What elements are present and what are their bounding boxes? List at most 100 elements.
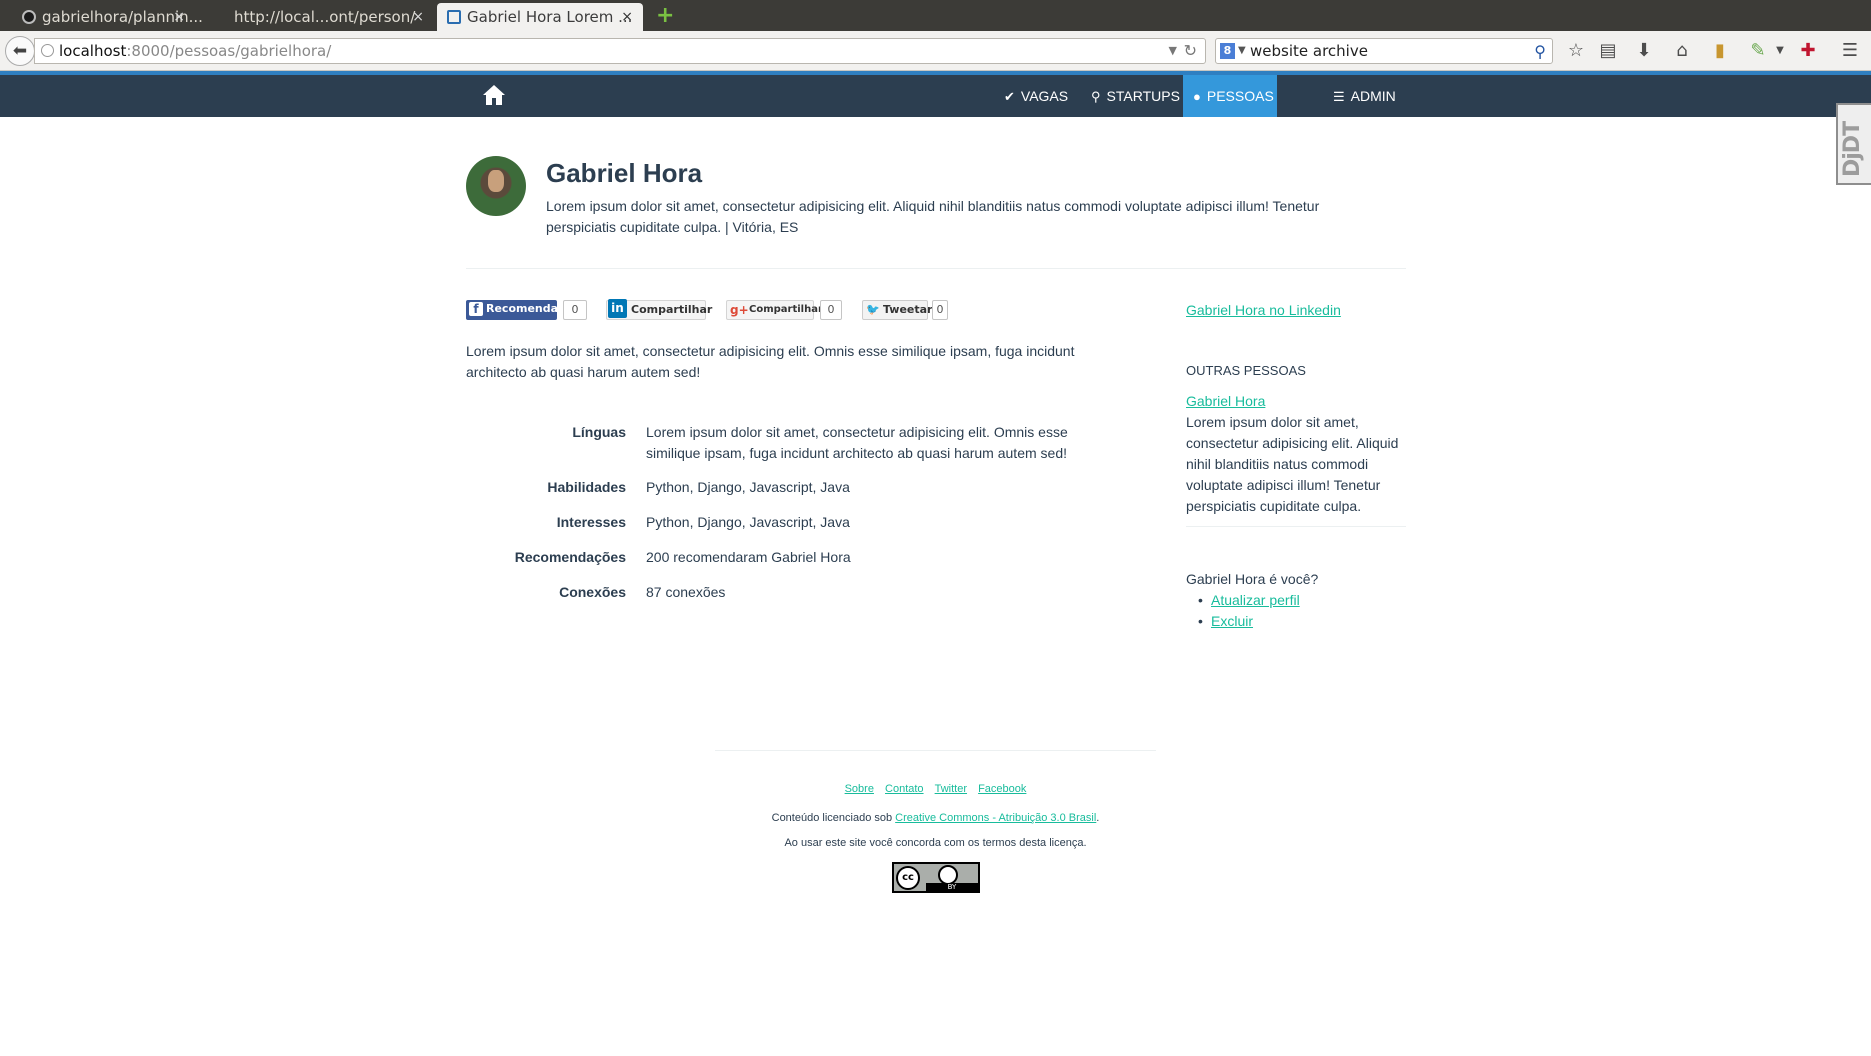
attribution-icon xyxy=(938,865,958,885)
other-person-description: Lorem ipsum dolor sit amet, consectetur … xyxy=(1186,414,1399,514)
user-icon: ● xyxy=(1193,89,1201,104)
avatar xyxy=(466,156,526,216)
url-path: :8000/pessoas/gabrielhora/ xyxy=(126,42,332,60)
back-button[interactable]: ⬅ xyxy=(5,36,35,66)
map-marker-icon: ⚲ xyxy=(1091,89,1101,104)
browser-tab[interactable]: gabrielhora/plannin... × xyxy=(12,3,203,31)
other-person-link-wrap: Gabriel Hora xyxy=(1186,391,1265,412)
nav-admin-label: ADMIN xyxy=(1350,88,1396,104)
djdt-label: DjDT xyxy=(1840,121,1865,177)
terms-text: Ao usar este site você concorda com os t… xyxy=(784,837,1087,849)
download-icon[interactable]: ⬇ xyxy=(1632,39,1656,63)
site-navbar: ✔ VAGAS ⚲ STARTUPS ● PESSOAS ☰ ADMIN xyxy=(0,71,1871,117)
detail-label: Línguas xyxy=(572,424,626,440)
person-about: Lorem ipsum dolor sit amet, consectetur … xyxy=(466,343,1075,380)
footer-link-twitter[interactable]: Twitter xyxy=(935,783,967,795)
delete-profile-link[interactable]: Excluir xyxy=(1211,613,1253,629)
nav-admin[interactable]: ☰ ADMIN xyxy=(1323,75,1406,117)
nav-startups-label: STARTUPS xyxy=(1106,88,1180,104)
tab-title: Gabriel Hora Lorem ... xyxy=(467,8,633,26)
license-prefix: Conteúdo licenciado sob xyxy=(771,812,896,824)
twitter-tweet-button[interactable]: Tweetar xyxy=(862,300,932,320)
detail-value: 200 recomendaram Gabriel Hora xyxy=(646,549,851,565)
linkedin-share-button[interactable]: Compartilhar xyxy=(606,299,712,320)
detail-value: Python, Django, Javascript, Java xyxy=(646,514,850,530)
browser-tab[interactable]: http://local...ont/person/ × xyxy=(224,3,434,31)
addon-icon[interactable]: ✎ xyxy=(1746,39,1770,63)
search-bar[interactable]: 8 ▼ website archive ⚲ xyxy=(1215,38,1553,64)
license-line: Conteúdo licenciado sob Creative Commons… xyxy=(0,812,1871,824)
close-tab-icon[interactable]: × xyxy=(412,3,424,31)
back-arrow-icon: ⬅ xyxy=(12,41,28,61)
divider xyxy=(1186,526,1406,527)
linkedin-profile-link[interactable]: Gabriel Hora no Linkedin xyxy=(1186,302,1341,318)
detail-value: Lorem ipsum dolor sit amet, consectetur … xyxy=(646,424,1068,461)
list-item: Atualizar perfil xyxy=(1198,590,1318,611)
nav-vagas[interactable]: ✔ VAGAS xyxy=(994,75,1078,117)
addon-dropdown-icon[interactable]: ▼ xyxy=(1768,39,1792,63)
by-label: BY xyxy=(926,883,978,891)
detail-label: Interesses xyxy=(556,514,626,530)
home-icon[interactable] xyxy=(482,84,506,106)
footer-links: Sobre Contato Twitter Facebook xyxy=(0,783,1871,795)
reload-icon[interactable]: ↻ xyxy=(1184,39,1197,63)
google-count: 0 xyxy=(820,300,842,320)
close-tab-icon[interactable]: × xyxy=(621,3,633,31)
person-name: Gabriel Hora xyxy=(546,158,703,188)
linkedin-profile-link-wrap: Gabriel Hora no Linkedin xyxy=(1186,300,1341,321)
home-icon[interactable]: ⌂ xyxy=(1670,39,1694,63)
facebook-recommend-button[interactable]: Recomendar xyxy=(466,300,563,320)
close-tab-icon[interactable]: × xyxy=(173,3,185,31)
footer-divider xyxy=(715,750,1156,751)
twitter-count: 0 xyxy=(932,300,948,320)
detail-label: Habilidades xyxy=(547,479,626,495)
divider xyxy=(466,268,1406,269)
globe-icon xyxy=(41,44,54,57)
extension-icon[interactable]: ✚ xyxy=(1796,39,1820,63)
search-icon[interactable]: ⚲ xyxy=(1534,40,1546,64)
detail-value: Python, Django, Javascript, Java xyxy=(646,479,850,495)
detail-row: Línguas Lorem ipsum dolor sit amet, cons… xyxy=(466,422,1096,464)
reader-list-icon[interactable]: ▤ xyxy=(1596,39,1620,63)
creative-commons-badge[interactable]: cc BY xyxy=(892,862,980,893)
browser-tab-active[interactable]: Gabriel Hora Lorem ... × xyxy=(437,3,643,31)
google-share-button[interactable]: Compartilhar xyxy=(726,300,823,320)
other-person-link[interactable]: Gabriel Hora xyxy=(1186,393,1265,409)
search-engine-icon[interactable]: 8 xyxy=(1220,43,1235,59)
github-icon xyxy=(22,10,36,24)
search-input[interactable]: website archive xyxy=(1250,42,1368,60)
browser-tab-bar: gabrielhora/plannin... × http://local...… xyxy=(0,0,1871,31)
is-you-text: Gabriel Hora é você? xyxy=(1186,571,1319,587)
detail-value: 87 conexões xyxy=(646,584,726,600)
nav-startups[interactable]: ⚲ STARTUPS xyxy=(1081,75,1190,117)
nav-pessoas[interactable]: ● PESSOAS xyxy=(1183,75,1277,117)
pocket-icon[interactable]: ▮ xyxy=(1708,39,1732,63)
person-description: Lorem ipsum dolor sit amet, consectetur … xyxy=(546,198,1320,235)
nav-pessoas-label: PESSOAS xyxy=(1206,88,1274,104)
browser-toolbar: ⬅ localhost:8000/pessoas/gabrielhora/ ▼ … xyxy=(0,31,1871,71)
dropdown-arrow-icon[interactable]: ▼ xyxy=(1169,39,1177,63)
search-engine-dropdown-icon[interactable]: ▼ xyxy=(1238,39,1246,63)
new-tab-button[interactable]: + xyxy=(656,5,674,27)
menu-icon[interactable]: ☰ xyxy=(1838,39,1862,63)
footer-link-sobre[interactable]: Sobre xyxy=(845,783,874,795)
debug-toolbar-handle[interactable]: DjDT xyxy=(1836,103,1871,185)
profile-actions: Gabriel Hora é você? Atualizar perfil Ex… xyxy=(1186,569,1318,632)
favicon-icon xyxy=(447,10,461,24)
license-link[interactable]: Creative Commons - Atribuição 3.0 Brasil xyxy=(895,812,1096,824)
check-icon: ✔ xyxy=(1004,89,1015,104)
update-profile-link[interactable]: Atualizar perfil xyxy=(1211,592,1300,608)
footer-link-contato[interactable]: Contato xyxy=(885,783,924,795)
detail-label: Conexões xyxy=(559,584,626,600)
others-title: OUTRAS PESSOAS xyxy=(1186,363,1306,378)
footer-link-facebook[interactable]: Facebook xyxy=(978,783,1026,795)
list-item: Excluir xyxy=(1198,611,1318,632)
nav-vagas-label: VAGAS xyxy=(1020,88,1069,104)
license-suffix: . xyxy=(1096,812,1100,824)
action-list: Atualizar perfil Excluir xyxy=(1198,590,1318,632)
cc-icon: cc xyxy=(896,866,920,890)
menu-bars-icon: ☰ xyxy=(1333,89,1345,104)
url-bar[interactable]: localhost:8000/pessoas/gabrielhora/ ▼ ↻ xyxy=(34,38,1206,64)
facebook-count: 0 xyxy=(563,300,587,320)
bookmark-star-icon[interactable]: ☆ xyxy=(1564,39,1588,63)
